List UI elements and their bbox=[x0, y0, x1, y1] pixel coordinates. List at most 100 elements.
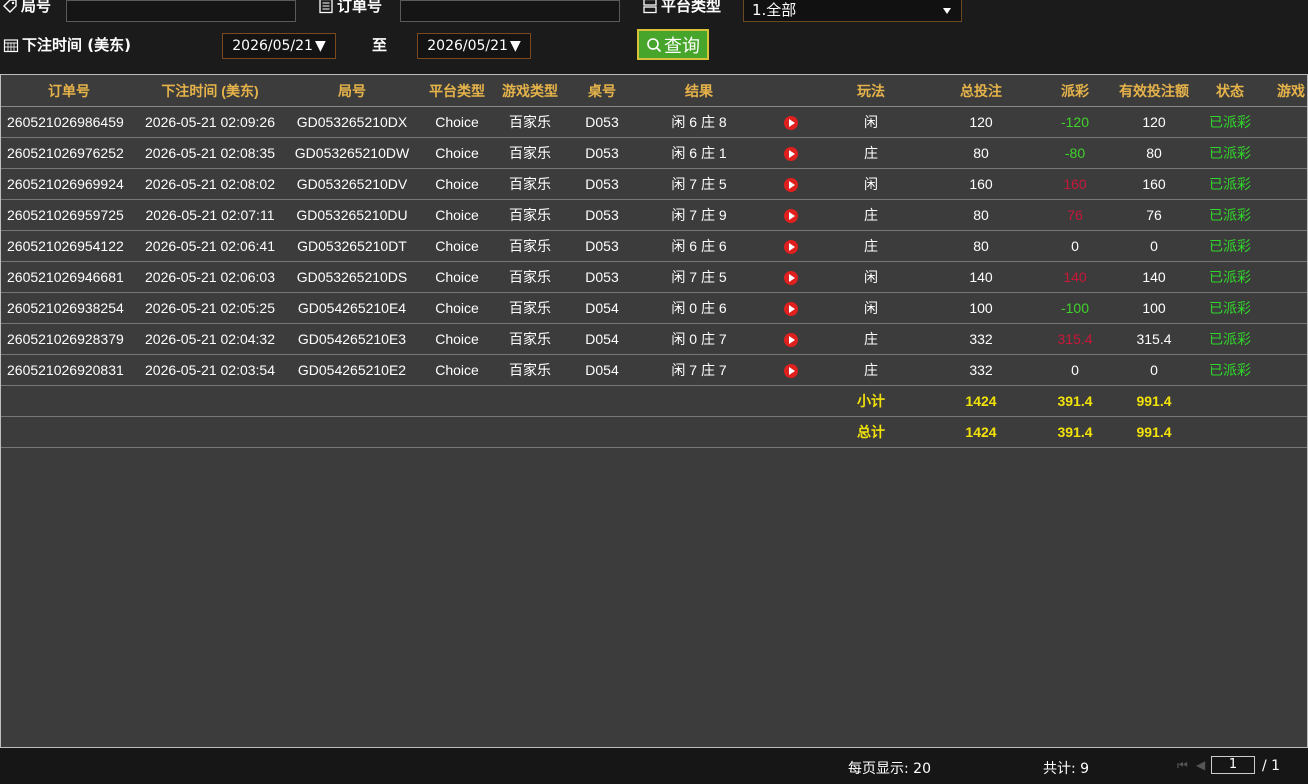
bet-time-cell: 2026-05-21 02:03:54 bbox=[137, 354, 283, 386]
empty-cell bbox=[637, 416, 761, 448]
date-to-picker[interactable]: 2026/05/21 ▼ bbox=[417, 33, 531, 59]
platform-cell: Choice bbox=[421, 261, 493, 293]
column-header: 状态 bbox=[1199, 75, 1261, 107]
bet-records-table: 订单号 下注时间 (美东) 局号 平台类型 游戏类型 桌号 结果 玩法 总投注 派彩 有效投注额 状态… bbox=[1, 75, 1307, 448]
list-icon bbox=[318, 0, 334, 14]
round-number-cell: GD054265210E3 bbox=[283, 323, 421, 355]
empty-cell bbox=[761, 385, 821, 417]
platform-cell: Choice bbox=[421, 137, 493, 169]
table-number-cell: D053 bbox=[567, 137, 637, 169]
game-type-cell: 百家乐 bbox=[493, 168, 567, 200]
order-number-cell: 260521026946681 bbox=[1, 261, 137, 293]
play-video-icon[interactable] bbox=[784, 240, 798, 255]
subtotal-row-payout: 391.4 bbox=[1041, 385, 1109, 417]
result-cell: 闲 0 庄 7 bbox=[637, 323, 761, 355]
play-video-icon[interactable] bbox=[784, 302, 798, 317]
order-filter-label: 订单号 bbox=[318, 0, 382, 16]
total-bet-cell: 80 bbox=[921, 230, 1041, 262]
first-page-icon[interactable]: ⏮ bbox=[1177, 758, 1188, 773]
game-cell bbox=[1261, 106, 1307, 138]
table-row[interactable]: 260521026946681 2026-05-21 02:06:03 GD0532… bbox=[1, 261, 1307, 293]
bet-time-cell: 2026-05-21 02:07:11 bbox=[137, 199, 283, 231]
round-number-cell: GD053265210DU bbox=[283, 199, 421, 231]
table-row[interactable]: 260521026959725 2026-05-21 02:07:11 GD0532… bbox=[1, 199, 1307, 231]
column-header: 玩法 bbox=[821, 75, 921, 107]
table-number-cell: D053 bbox=[567, 168, 637, 200]
pagination-bar: 每页显示: 20 共计: 9 ⏮ ◀ 1 / 1 bbox=[0, 748, 1308, 784]
bet-time-cell: 2026-05-21 02:09:26 bbox=[137, 106, 283, 138]
order-number-cell: 260521026920831 bbox=[1, 354, 137, 386]
column-header: 下注时间 (美东) bbox=[137, 75, 283, 107]
platform-type-select[interactable]: 1.全部 bbox=[743, 0, 962, 22]
order-number-cell: 260521026938254 bbox=[1, 292, 137, 324]
game-type-cell: 百家乐 bbox=[493, 106, 567, 138]
replay-cell bbox=[761, 199, 821, 231]
platform-filter-label: 平台类型 bbox=[642, 0, 721, 16]
tag-icon bbox=[2, 0, 18, 14]
previous-page-icon[interactable]: ◀ bbox=[1196, 758, 1205, 772]
column-header: 游戏类型 bbox=[493, 75, 567, 107]
column-header bbox=[761, 75, 821, 107]
platform-cell: Choice bbox=[421, 199, 493, 231]
platform-cell: Choice bbox=[421, 354, 493, 386]
payout-cell: -80 bbox=[1041, 137, 1109, 169]
chevron-down-icon bbox=[943, 8, 951, 14]
play-video-icon[interactable] bbox=[784, 209, 798, 224]
empty-cell bbox=[493, 385, 567, 417]
play-video-icon[interactable] bbox=[784, 116, 798, 131]
play-video-icon[interactable] bbox=[784, 178, 798, 193]
column-header: 结果 bbox=[637, 75, 761, 107]
per-page-text: 每页显示: 20 bbox=[848, 761, 931, 777]
table-row[interactable]: 260521026954122 2026-05-21 02:06:41 GD0532… bbox=[1, 230, 1307, 262]
table-row[interactable]: 260521026928379 2026-05-21 02:04:32 GD0542… bbox=[1, 323, 1307, 355]
column-header: 桌号 bbox=[567, 75, 637, 107]
order-number-cell: 260521026954122 bbox=[1, 230, 137, 262]
bet-time-cell: 2026-05-21 02:06:41 bbox=[137, 230, 283, 262]
dropdown-triangle-icon: ▼ bbox=[509, 38, 521, 54]
payout-cell: 160 bbox=[1041, 168, 1109, 200]
play-video-icon[interactable] bbox=[784, 271, 798, 286]
round-number-input[interactable] bbox=[66, 0, 296, 22]
game-type-cell: 百家乐 bbox=[493, 354, 567, 386]
subtotal-row-valid: 991.4 bbox=[1109, 385, 1199, 417]
bet-type-cell: 庄 bbox=[821, 323, 921, 355]
table-row[interactable]: 260521026938254 2026-05-21 02:05:25 GD0542… bbox=[1, 292, 1307, 324]
date-from-picker[interactable]: 2026/05/21 ▼ bbox=[222, 33, 336, 59]
play-video-icon[interactable] bbox=[784, 147, 798, 162]
table-row[interactable]: 260521026969924 2026-05-21 02:08:02 GD0532… bbox=[1, 168, 1307, 200]
subtotal-row-bet: 1424 bbox=[921, 385, 1041, 417]
table-row[interactable]: 260521026986459 2026-05-21 02:09:26 GD0532… bbox=[1, 106, 1307, 138]
status-cell: 已派彩 bbox=[1199, 106, 1261, 138]
platform-cell: Choice bbox=[421, 106, 493, 138]
game-cell bbox=[1261, 261, 1307, 293]
bet-time-label: 下注时间 (美东) bbox=[3, 34, 131, 55]
query-button[interactable]: 查询 bbox=[637, 29, 709, 60]
play-video-icon[interactable] bbox=[784, 364, 798, 379]
payout-cell: -100 bbox=[1041, 292, 1109, 324]
table-row[interactable]: 260521026920831 2026-05-21 02:03:54 GD0542… bbox=[1, 354, 1307, 386]
table-number-cell: D053 bbox=[567, 230, 637, 262]
platform-cell: Choice bbox=[421, 230, 493, 262]
game-cell bbox=[1261, 230, 1307, 262]
filter-bar: 局号 订单号 平台类型 1.全部 下注时间 (美东) 2026/05/21 ▼ … bbox=[0, 0, 1308, 72]
table-number-cell: D054 bbox=[567, 354, 637, 386]
empty-cell bbox=[1261, 416, 1307, 448]
empty-cell bbox=[1, 385, 137, 417]
order-number-input[interactable] bbox=[400, 0, 620, 22]
play-video-icon[interactable] bbox=[784, 333, 798, 348]
replay-cell bbox=[761, 137, 821, 169]
total-row-bet: 1424 bbox=[921, 416, 1041, 448]
bet-time-cell: 2026-05-21 02:05:25 bbox=[137, 292, 283, 324]
column-header: 平台类型 bbox=[421, 75, 493, 107]
game-cell bbox=[1261, 168, 1307, 200]
table-header: 订单号 下注时间 (美东) 局号 平台类型 游戏类型 桌号 结果 玩法 总投注 派彩 有效投注额 状态… bbox=[1, 75, 1307, 107]
page-number-input[interactable]: 1 bbox=[1211, 756, 1255, 774]
game-cell bbox=[1261, 199, 1307, 231]
column-header: 总投注 bbox=[921, 75, 1041, 107]
game-type-cell: 百家乐 bbox=[493, 261, 567, 293]
empty-cell bbox=[137, 416, 283, 448]
round-number-cell: GD053265210DX bbox=[283, 106, 421, 138]
table-row[interactable]: 260521026976252 2026-05-21 02:08:35 GD0532… bbox=[1, 137, 1307, 169]
empty-cell bbox=[137, 385, 283, 417]
calendar-icon bbox=[3, 37, 19, 53]
